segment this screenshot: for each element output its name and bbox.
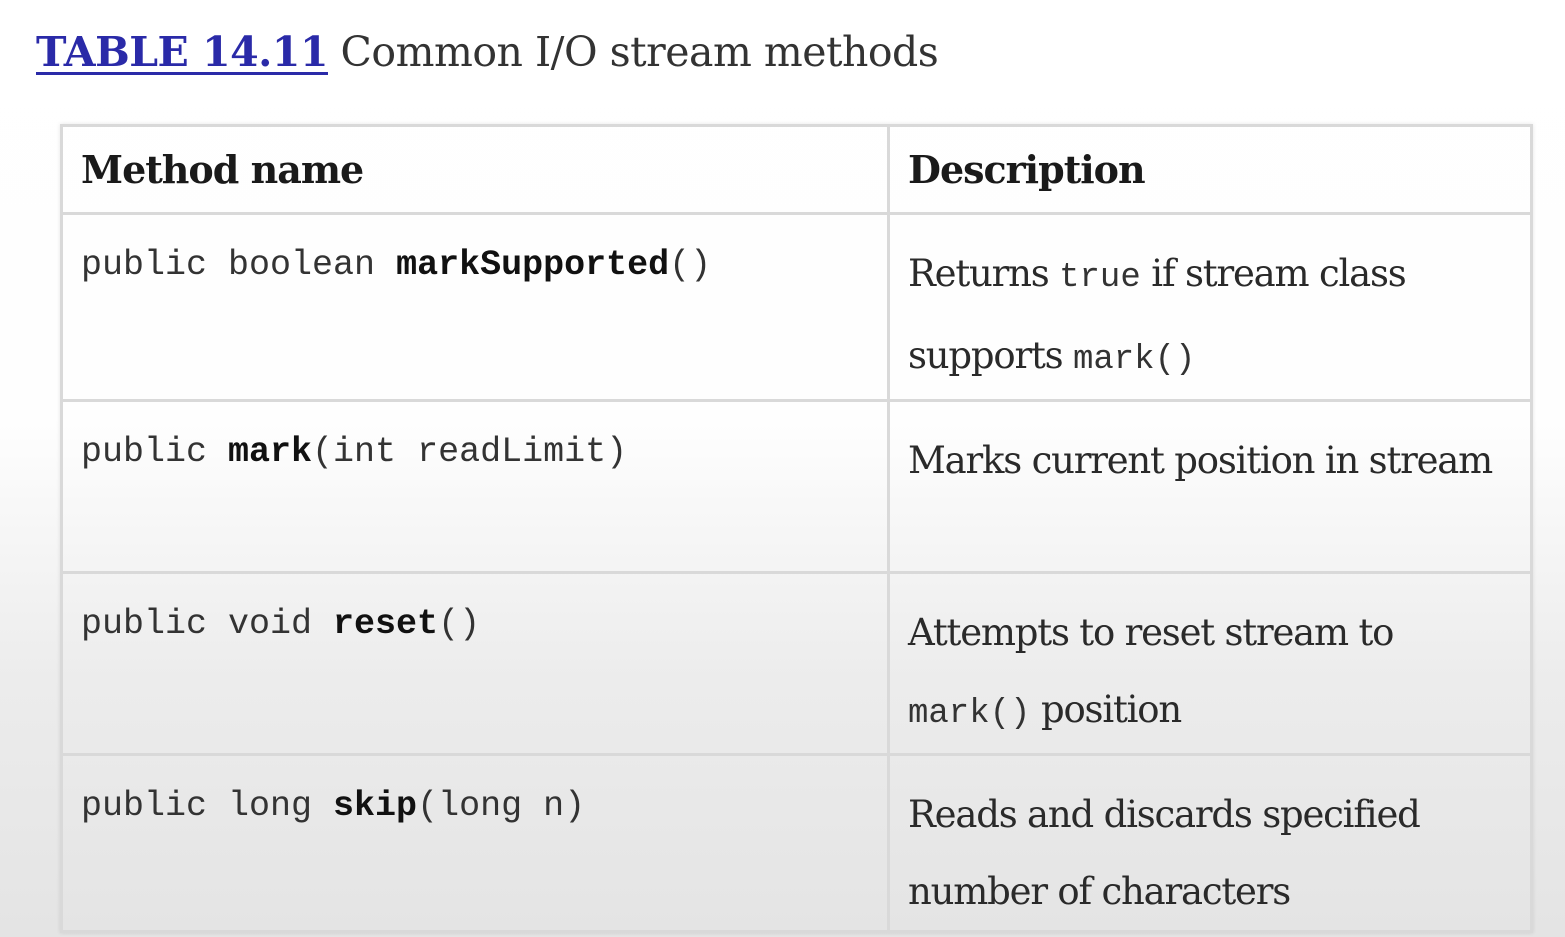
io-stream-methods-table: Method name Description public boolean m… [60,124,1533,933]
description-text: position [1030,688,1182,731]
signature-prefix: public boolean [81,245,397,285]
table-caption: TABLE 14.11 Common I/O stream methods [36,22,939,82]
table-row: public boolean markSupported() Returns t… [60,212,1533,402]
method-description: Returns true if stream class supports ma… [887,212,1533,402]
signature-prefix: public long [81,786,334,826]
method-signature: public long skip(long n) [60,753,890,933]
method-signature: public void reset() [60,571,890,756]
signature-suffix: (int readLimit) [312,432,628,472]
signature-suffix: (long n) [417,786,586,826]
description-code: mark() [1072,341,1196,379]
signature-prefix: public void [81,604,334,644]
table-row: public void reset() Attempts to reset st… [60,571,1533,756]
description-text: Attempts to reset stream to [908,611,1394,654]
method-signature: public mark(int readLimit) [60,399,890,574]
method-signature: public boolean markSupported() [60,212,890,402]
signature-prefix: public [81,432,229,472]
description-text: Marks current position in stream [908,439,1493,482]
method-name: mark [228,432,313,472]
method-description: Marks current position in stream [887,399,1533,574]
table-row: public mark(int readLimit) Marks current… [60,399,1533,574]
description-text: Returns [908,252,1060,295]
method-description: Reads and discards specified number of c… [887,753,1533,933]
table-number-link[interactable]: TABLE 14.11 [36,28,328,76]
column-header-description: Description [887,124,1533,215]
description-code: true [1059,259,1141,297]
table-title: Common I/O stream methods [340,28,939,76]
description-text: Reads and discards specified number of c… [908,793,1421,913]
method-description: Attempts to reset stream to mark() posit… [887,571,1533,756]
header-row: Method name Description [60,124,1533,215]
method-name: skip [333,786,418,826]
table-row: public long skip(long n) Reads and disca… [60,753,1533,933]
method-name: markSupported [396,245,670,285]
signature-suffix: () [438,604,481,644]
signature-suffix: () [669,245,712,285]
column-header-method-name: Method name [60,124,890,215]
description-code: mark() [908,695,1031,733]
method-name: reset [333,604,439,644]
